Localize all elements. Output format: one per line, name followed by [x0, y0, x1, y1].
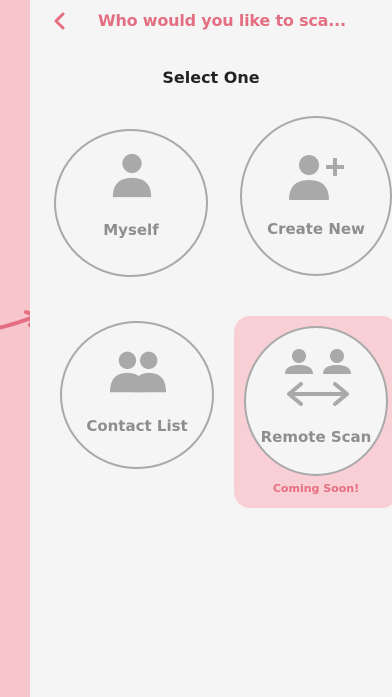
remote-scan-label: Remote Scan — [260, 428, 372, 446]
user-plus-icon — [289, 155, 344, 200]
select-one-heading: Select One — [162, 68, 260, 87]
side-strip — [0, 0, 30, 697]
chevron-left-icon[interactable] — [50, 10, 70, 32]
create-new-option-button[interactable]: Create New — [240, 116, 392, 276]
remote-scan-panel: Remote Scan Coming Soon! — [234, 316, 392, 508]
users-exchange-icon — [285, 349, 351, 406]
header-bar: Who would you like to sca... — [30, 0, 392, 46]
scan-target-screen: Who would you like to sca... Select One … — [30, 0, 392, 697]
myself-option-button[interactable]: Myself — [54, 129, 208, 277]
create-new-label: Create New — [267, 220, 365, 238]
contact-list-option-button[interactable]: Contact List — [60, 321, 214, 469]
page-title: Who would you like to sca... — [98, 11, 346, 30]
myself-label: Myself — [103, 221, 159, 239]
users-icon — [110, 351, 167, 393]
coming-soon-badge: Coming Soon! — [272, 482, 360, 495]
user-icon — [112, 153, 152, 198]
remote-scan-option-button[interactable]: Remote Scan — [244, 326, 388, 476]
contact-list-label: Contact List — [86, 417, 188, 435]
